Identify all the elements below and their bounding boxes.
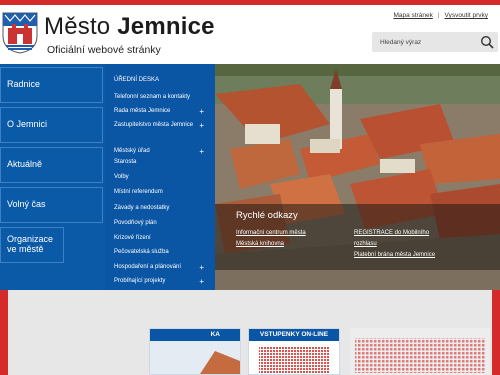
- quick-links-title: Rychlé odkazy: [236, 210, 298, 221]
- submenu-item-label: Probíhající projekty: [114, 278, 166, 284]
- reset-elements-link[interactable]: Vysvoutit prvky: [445, 12, 488, 19]
- quick-link-info-center[interactable]: Informační centrum města: [236, 230, 306, 236]
- submenu-item-label: Hospodaření a plánování: [114, 264, 182, 270]
- card-image: [150, 341, 240, 374]
- submenu-item-label: Volby: [114, 174, 129, 180]
- submenu-item[interactable]: Telefonní seznam a kontakty: [114, 94, 210, 102]
- expand-plus-icon[interactable]: +: [199, 278, 204, 286]
- nav-item-label: Aktuálně: [7, 159, 43, 170]
- page: Město Jemnice Oficiální webové stránky M…: [0, 0, 500, 375]
- quick-link-registration[interactable]: REGISTRACE do Mobilního: [354, 230, 429, 236]
- coat-of-arms-icon: [2, 12, 38, 54]
- nav-item-label: Volný čas: [7, 199, 46, 210]
- seat-map-image: [249, 341, 339, 374]
- search-input[interactable]: [380, 36, 475, 48]
- expand-plus-icon[interactable]: +: [199, 122, 204, 130]
- submenu-item[interactable]: Krizové řízení: [114, 235, 210, 243]
- site-subtitle: Oficiální webové stránky: [47, 44, 161, 56]
- tickets-card[interactable]: VSTUPENKY ON-LINE: [248, 328, 340, 375]
- sitemap-link[interactable]: Mapa stránek: [393, 12, 432, 19]
- seat-map-detail: [355, 338, 485, 373]
- submenu-heading[interactable]: ÚŘEDNÍ DESKA: [114, 77, 159, 83]
- nav-item-organizace[interactable]: Organizace ve městě: [0, 227, 64, 263]
- nav-item-label: Organizace ve městě: [7, 234, 54, 254]
- site-title: Město Jemnice: [44, 13, 215, 41]
- top-accent-bar: [0, 0, 500, 5]
- nav-item-radnice[interactable]: Radnice: [0, 67, 103, 103]
- submenu-item-label: Povodňový plán: [114, 220, 157, 226]
- search-icon[interactable]: [480, 35, 494, 49]
- submenu-item-label: Místní referendum: [114, 189, 163, 195]
- title-prefix: Město: [44, 13, 111, 40]
- nav-item-label: Radnice: [7, 79, 41, 90]
- nav-item-aktualne[interactable]: Aktuálně: [0, 147, 103, 183]
- link-separator: |: [437, 12, 440, 19]
- submenu-item-label: Závady a nedostatky: [114, 205, 170, 211]
- search-box: [372, 32, 498, 52]
- main-navigation: Radnice O Jemnici Aktuálně Volný čas Org…: [0, 64, 105, 290]
- promo-card-left[interactable]: KA: [149, 328, 241, 375]
- submenu-item[interactable]: Pečovatelská služba: [114, 249, 210, 257]
- card-title: KA: [150, 329, 240, 341]
- expand-plus-icon[interactable]: +: [199, 108, 204, 116]
- submenu-item[interactable]: Městský úřad +: [114, 148, 210, 156]
- nav-item-volny-cas[interactable]: Volný čas: [0, 187, 103, 223]
- expand-plus-icon[interactable]: +: [199, 148, 204, 156]
- submenu-item[interactable]: Místní referendum: [114, 189, 210, 197]
- quick-link-radio[interactable]: rozhlasu: [354, 241, 377, 247]
- submenu-item[interactable]: Probíhající projekty +: [114, 278, 210, 286]
- submenu-item-label: Krizové řízení: [114, 235, 151, 241]
- quick-link-payment-gate[interactable]: Platební brána města Jemnice: [354, 252, 435, 258]
- quick-link-library[interactable]: Městská knihovna: [236, 241, 284, 247]
- utility-links: Mapa stránek | Vysvoutit prvky: [393, 12, 488, 19]
- submenu-item[interactable]: Hospodaření a plánování +: [114, 264, 210, 272]
- submenu-item[interactable]: Volby: [114, 174, 210, 182]
- submenu-item-label: Pečovatelská služba: [114, 249, 169, 255]
- right-accent-strip: [492, 290, 500, 375]
- submenu-item[interactable]: Povodňový plán: [114, 220, 210, 228]
- submenu-item-label: Zastupitelstvo města Jemnice: [114, 122, 194, 128]
- submenu-item-label: Rada města Jemnice: [114, 108, 171, 114]
- submenu-item-label: Telefonní seznam a kontakty: [114, 94, 191, 100]
- nav-item-o-jemnici[interactable]: O Jemnici: [0, 107, 103, 143]
- expand-plus-icon[interactable]: +: [199, 264, 204, 272]
- nav-item-label: O Jemnici: [7, 119, 48, 130]
- tickets-card-title: VSTUPENKY ON-LINE: [249, 329, 339, 341]
- submenu-item-label: Městský úřad: [114, 148, 150, 154]
- submenu-item-label: Starosta: [114, 159, 137, 165]
- submenu-item[interactable]: Rada města Jemnice +: [114, 108, 210, 116]
- left-accent-strip: [0, 290, 8, 375]
- submenu-item[interactable]: Zastupitelstvo města Jemnice +: [114, 122, 210, 130]
- submenu-item[interactable]: Závady a nedostatky: [114, 205, 210, 213]
- seat-map-extension: [350, 328, 490, 375]
- quick-links-panel: Rychlé odkazy Informační centrum města M…: [230, 205, 500, 267]
- submenu-item[interactable]: Starosta: [114, 159, 210, 167]
- title-name: Jemnice: [117, 13, 215, 40]
